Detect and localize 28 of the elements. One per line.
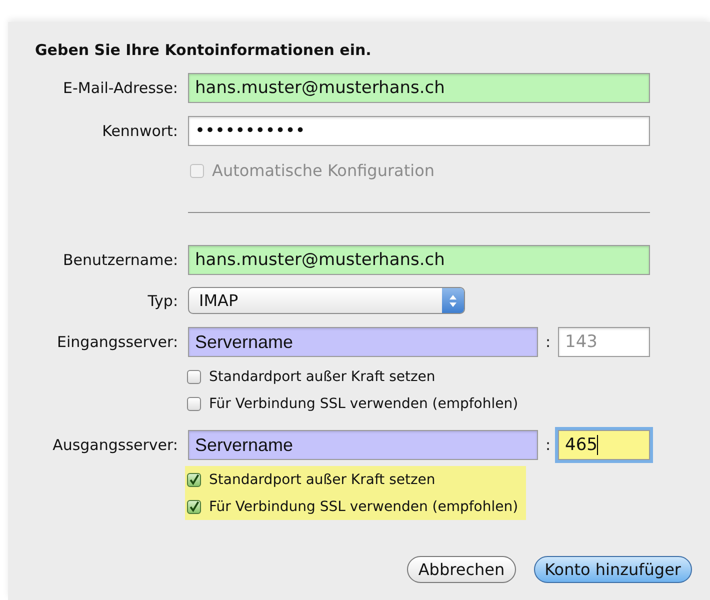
checkbox-label: Automatische Konfiguration: [212, 161, 434, 180]
checkbox-label: Für Verbindung SSL verwenden (empfohlen): [209, 396, 518, 412]
input-field[interactable]: •••••••••••: [188, 116, 650, 146]
dialog-title: Geben Sie Ihre Kontoinformationen ein.: [35, 40, 372, 60]
checkbox[interactable]: [187, 396, 201, 410]
field-label: Typ:: [146, 292, 179, 310]
checkbox[interactable]: [187, 472, 201, 486]
checkbox-label: Für Verbindung SSL verwenden (empfohlen): [209, 498, 518, 514]
input-field[interactable]: Servername: [188, 327, 538, 357]
checkbox[interactable]: [187, 370, 201, 384]
add-account-button[interactable]: Konto hinzufüger: [534, 556, 692, 583]
input-field[interactable]: Servername: [188, 430, 538, 460]
checkbox[interactable]: [187, 500, 201, 514]
input-field[interactable]: hans.muster@musterhans.ch: [188, 245, 650, 275]
field-label: Benutzername:: [62, 251, 179, 269]
port-separator: :: [544, 333, 552, 351]
field-label: Ausgangsserver:: [52, 436, 179, 454]
port-separator: :: [544, 436, 552, 454]
stepper-arrows-icon: [442, 288, 464, 313]
port-field[interactable]: 465: [558, 430, 650, 460]
field-label: E-Mail-Adresse:: [62, 79, 179, 97]
dropdown[interactable]: IMAP: [188, 287, 465, 314]
checkbox-label: Standardport außer Kraft setzen: [209, 472, 436, 488]
field-label: Eingangsserver:: [56, 333, 179, 351]
cancel-button[interactable]: Abbrechen: [407, 556, 516, 583]
checkbox-label: Standardport außer Kraft setzen: [209, 368, 436, 384]
field-label: Kennwort:: [101, 122, 179, 140]
input-field[interactable]: hans.muster@musterhans.ch: [188, 73, 650, 103]
